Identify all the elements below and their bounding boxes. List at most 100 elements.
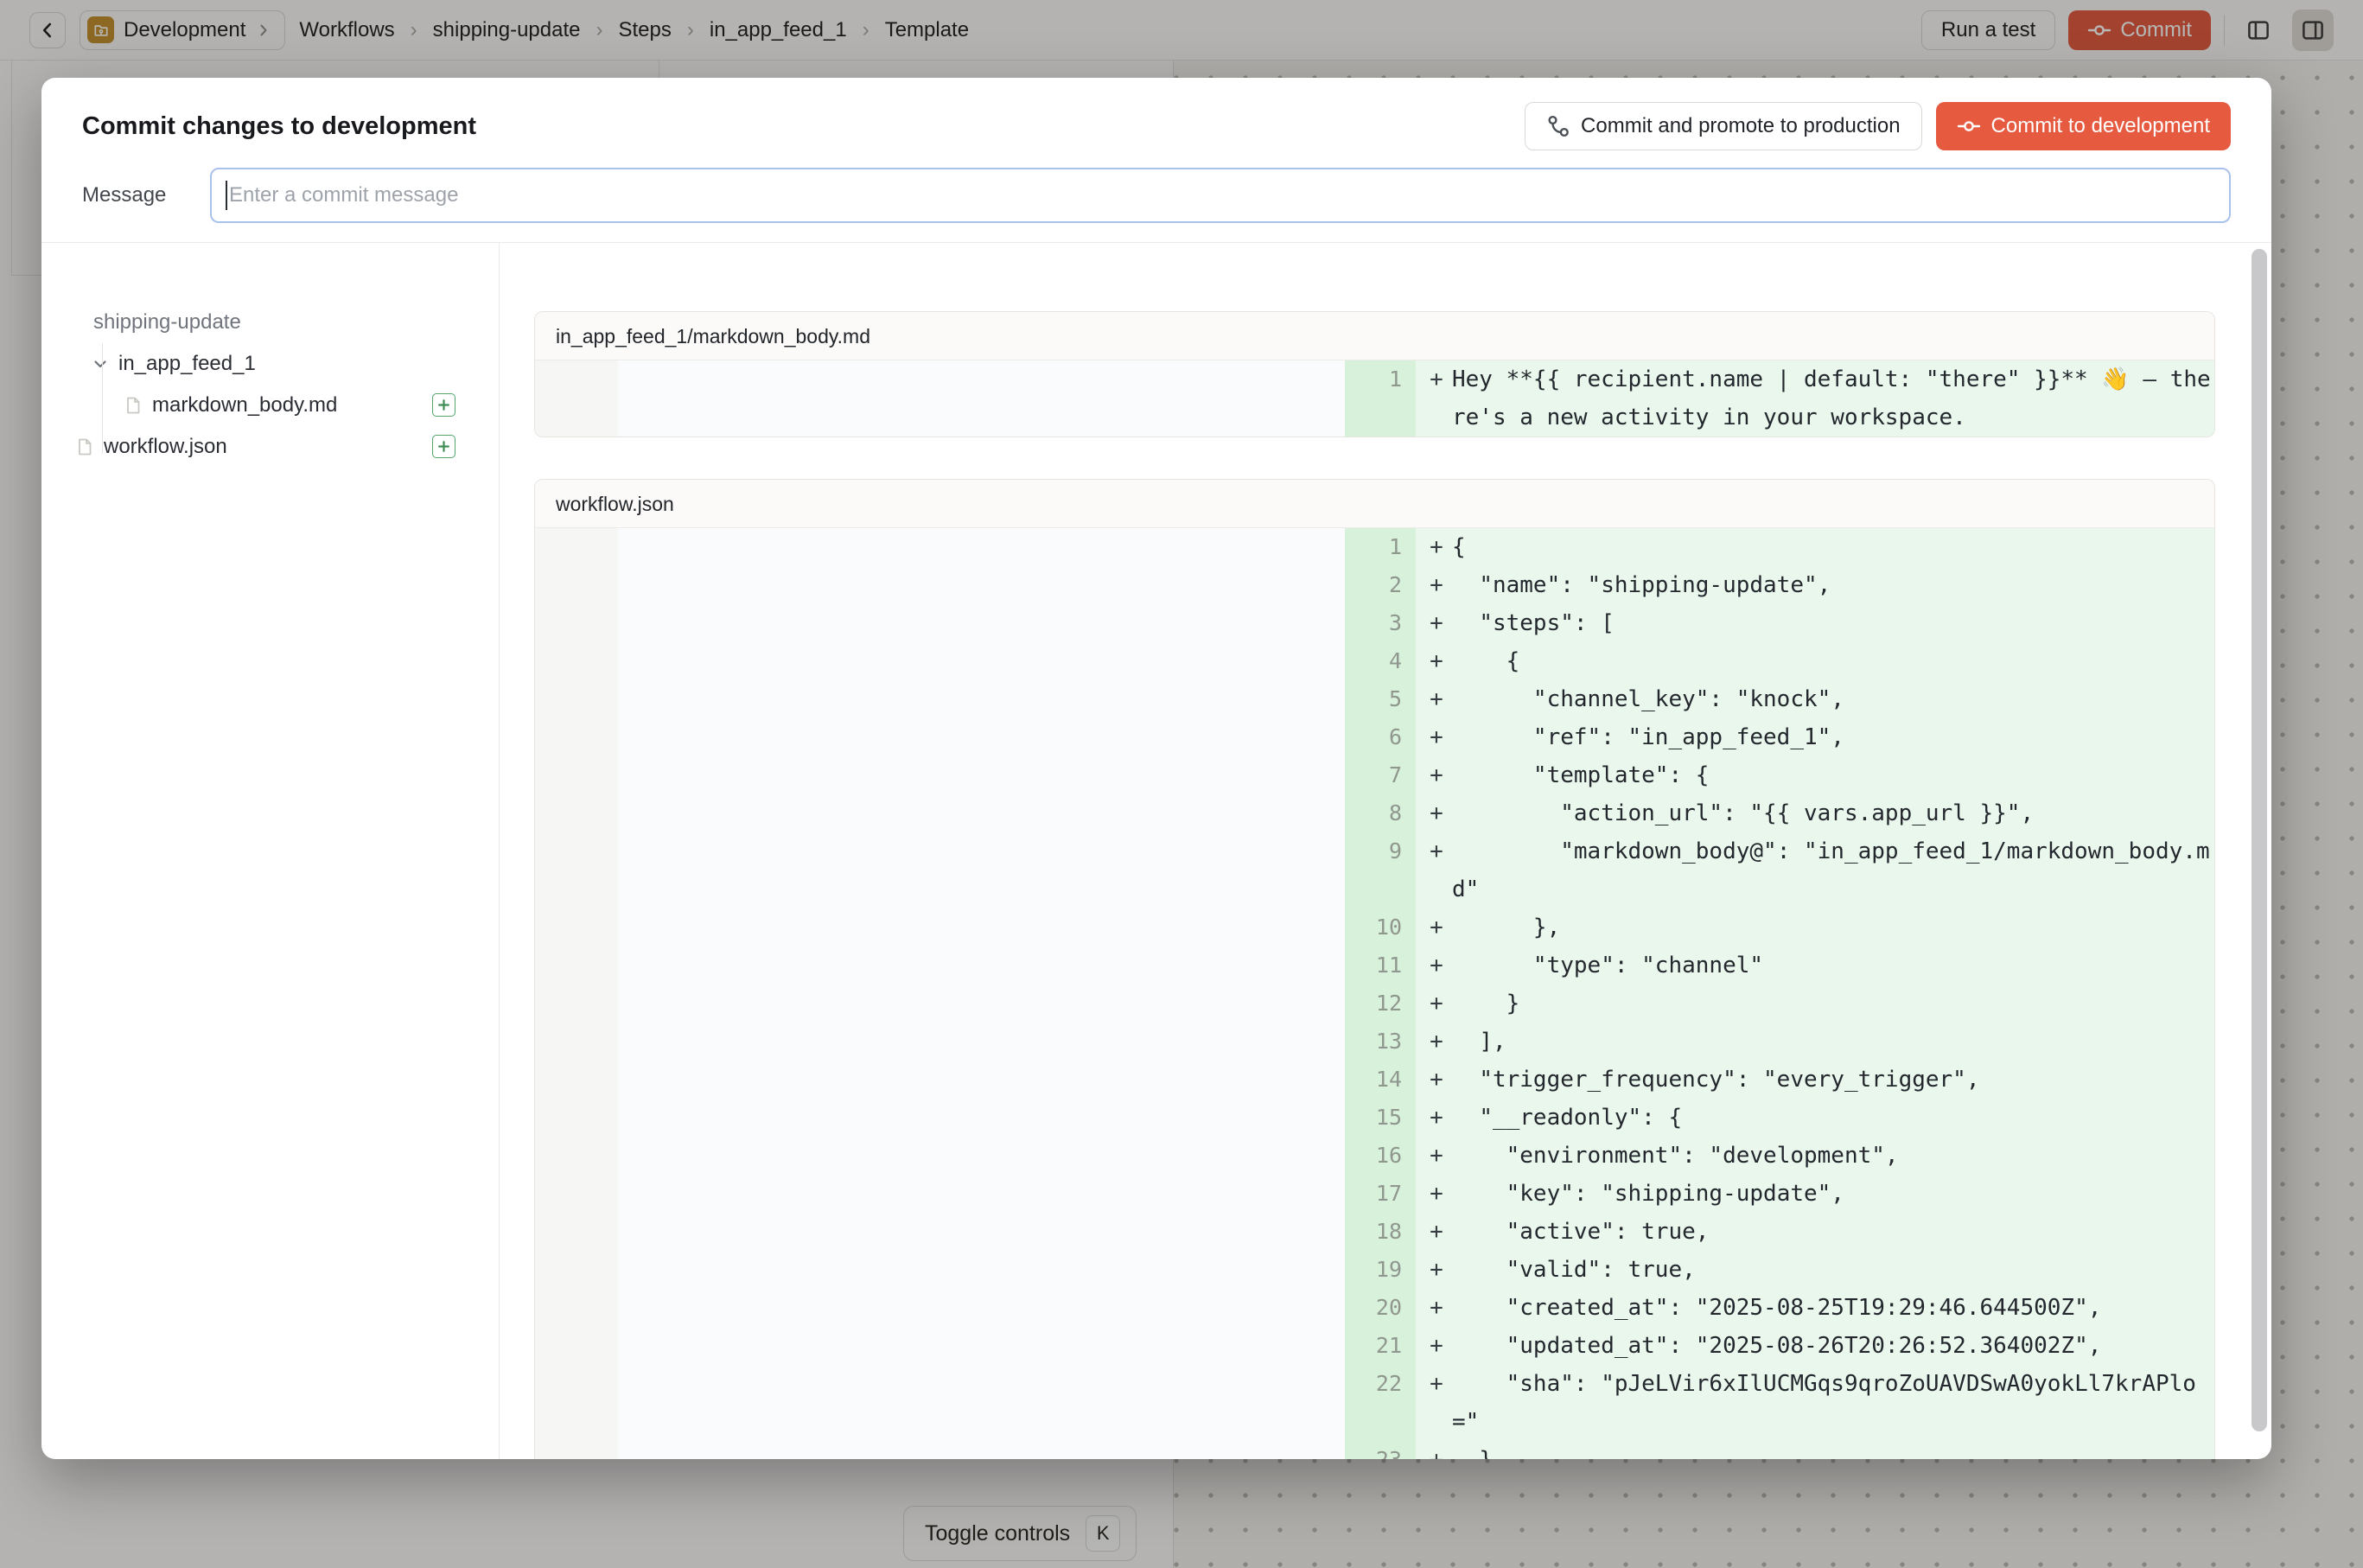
diff-code-text: { [1452, 642, 2214, 680]
tree-root-workflow[interactable]: shipping-update [93, 303, 241, 341]
diff-old-code [618, 680, 1345, 718]
diff-new-line-number: 7 [1345, 756, 1416, 794]
commit-message-input[interactable]: Enter a commit message [210, 168, 2231, 223]
diff-plus-sign: + [1421, 1137, 1452, 1175]
diff-line: 11 + "type": "channel" [535, 947, 2214, 985]
tree-root-label: shipping-update [93, 310, 241, 335]
diff-old-code [618, 604, 1345, 642]
diff-old-line-number [535, 832, 618, 908]
diff-old-code [618, 1099, 1345, 1137]
diff-added-line: + "created_at": "2025-08-25T19:29:46.644… [1416, 1289, 2214, 1327]
diff-new-line-number: 3 [1345, 604, 1416, 642]
tree-file-markdown-body[interactable]: markdown_body.md [123, 386, 337, 424]
tree-folder-label: in_app_feed_1 [118, 352, 256, 376]
diff-new-line-number: 22 [1345, 1365, 1416, 1441]
diff-code-text: "updated_at": "2025-08-26T20:26:52.36400… [1452, 1327, 2214, 1365]
diff-added-line: + }, [1416, 908, 2214, 947]
diff-code-text: "template": { [1452, 756, 2214, 794]
diff-old-code [618, 1023, 1345, 1061]
diff-new-line-number: 2 [1345, 566, 1416, 604]
diff-added-line: + ], [1416, 1023, 2214, 1061]
commit-and-promote-button[interactable]: Commit and promote to production [1525, 102, 1922, 150]
diff-line: 18 + "active": true, [535, 1213, 2214, 1251]
diff-old-code [618, 566, 1345, 604]
diff-added-line: + "active": true, [1416, 1213, 2214, 1251]
diff-new-line-number: 15 [1345, 1099, 1416, 1137]
commit-icon [1957, 114, 1981, 138]
diff-new-line-number: 12 [1345, 985, 1416, 1023]
diff-old-code [618, 1327, 1345, 1365]
diff-old-line-number [535, 947, 618, 985]
diff-new-line-number: 1 [1345, 360, 1416, 437]
diff-plus-sign: + [1421, 642, 1452, 680]
diff-added-line: + "trigger_frequency": "every_trigger", [1416, 1061, 2214, 1099]
diff-code-text: "__readonly": { [1452, 1099, 2214, 1137]
diff-plus-sign: + [1421, 718, 1452, 756]
diff-added-line: + "updated_at": "2025-08-26T20:26:52.364… [1416, 1327, 2214, 1365]
diff-code-text: "created_at": "2025-08-25T19:29:46.64450… [1452, 1289, 2214, 1327]
diff-file-name: in_app_feed_1/markdown_body.md [535, 312, 2214, 360]
diff-code-text: Hey **{{ recipient.name | default: "ther… [1452, 360, 2214, 437]
diff-old-line-number [535, 1251, 618, 1289]
diff-old-line-number [535, 756, 618, 794]
modal-scrollbar[interactable] [2252, 249, 2267, 1431]
diff-code-text: "active": true, [1452, 1213, 2214, 1251]
diff-code-text: "ref": "in_app_feed_1", [1452, 718, 2214, 756]
diff-new-line-number: 10 [1345, 908, 1416, 947]
diff-old-line-number [535, 1327, 618, 1365]
commit-to-development-button[interactable]: Commit to development [1936, 102, 2231, 150]
diff-added-line: + } [1416, 985, 2214, 1023]
diff-added-line: + "action_url": "{{ vars.app_url }}", [1416, 794, 2214, 832]
diff-plus-sign: + [1421, 908, 1452, 947]
diff-old-code [618, 1365, 1345, 1441]
file-icon [74, 437, 95, 457]
diff-old-line-number [535, 1137, 618, 1175]
diff-old-code [618, 1441, 1345, 1459]
diff-card-workflow-json: workflow.json 1 + { 2 + "name": "shippin… [534, 479, 2215, 1459]
diff-old-line-number [535, 985, 618, 1023]
diff-old-code [618, 1061, 1345, 1099]
diff-new-line-number: 14 [1345, 1061, 1416, 1099]
diff-new-line-number: 8 [1345, 794, 1416, 832]
message-placeholder: Enter a commit message [229, 183, 458, 207]
tree-file-workflow-json[interactable]: workflow.json [74, 428, 227, 466]
diff-line: 8 + "action_url": "{{ vars.app_url }}", [535, 794, 2214, 832]
commit-to-development-label: Commit to development [1991, 114, 2210, 138]
diff-body: 1 + Hey **{{ recipient.name | default: "… [535, 360, 2214, 437]
diff-plus-sign: + [1421, 1023, 1452, 1061]
diff-line: 4 + { [535, 642, 2214, 680]
diff-plus-sign: + [1421, 680, 1452, 718]
diff-plus-sign: + [1421, 566, 1452, 604]
diff-plus-sign: + [1421, 604, 1452, 642]
diff-plus-sign: + [1421, 985, 1452, 1023]
diff-code-text: }, [1452, 908, 2214, 947]
diff-line: 2 + "name": "shipping-update", [535, 566, 2214, 604]
diff-new-line-number: 4 [1345, 642, 1416, 680]
diff-new-line-number: 1 [1345, 528, 1416, 566]
diff-code-text: "channel_key": "knock", [1452, 680, 2214, 718]
diff-old-code [618, 718, 1345, 756]
diff-added-line: + "steps": [ [1416, 604, 2214, 642]
diff-line: 17 + "key": "shipping-update", [535, 1175, 2214, 1213]
modal-actions: Commit and promote to production Commit … [1525, 102, 2231, 150]
diff-old-code [618, 642, 1345, 680]
diff-plus-sign: + [1421, 1365, 1452, 1403]
diff-new-line-number: 16 [1345, 1137, 1416, 1175]
diff-added-line: + Hey **{{ recipient.name | default: "th… [1416, 360, 2214, 437]
diff-old-line-number [535, 528, 618, 566]
diff-added-line: + "__readonly": { [1416, 1099, 2214, 1137]
diff-file-name: workflow.json [535, 480, 2214, 528]
diff-list: in_app_feed_1/markdown_body.md 1 + Hey *… [500, 243, 2271, 1459]
diff-code-text: "markdown_body@": "in_app_feed_1/markdow… [1452, 832, 2214, 908]
diff-old-line-number [535, 680, 618, 718]
commit-message-row: Message Enter a commit message [82, 168, 2231, 223]
diff-plus-sign: + [1421, 1289, 1452, 1327]
diff-plus-sign: + [1421, 528, 1452, 566]
diff-line: 3 + "steps": [ [535, 604, 2214, 642]
diff-added-line: + "valid": true, [1416, 1251, 2214, 1289]
diff-added-line: + "type": "channel" [1416, 947, 2214, 985]
diff-line: 1 + { [535, 528, 2214, 566]
diff-added-line: + { [1416, 642, 2214, 680]
tree-folder-in-app-feed[interactable]: in_app_feed_1 [90, 345, 256, 383]
diff-old-code [618, 1251, 1345, 1289]
